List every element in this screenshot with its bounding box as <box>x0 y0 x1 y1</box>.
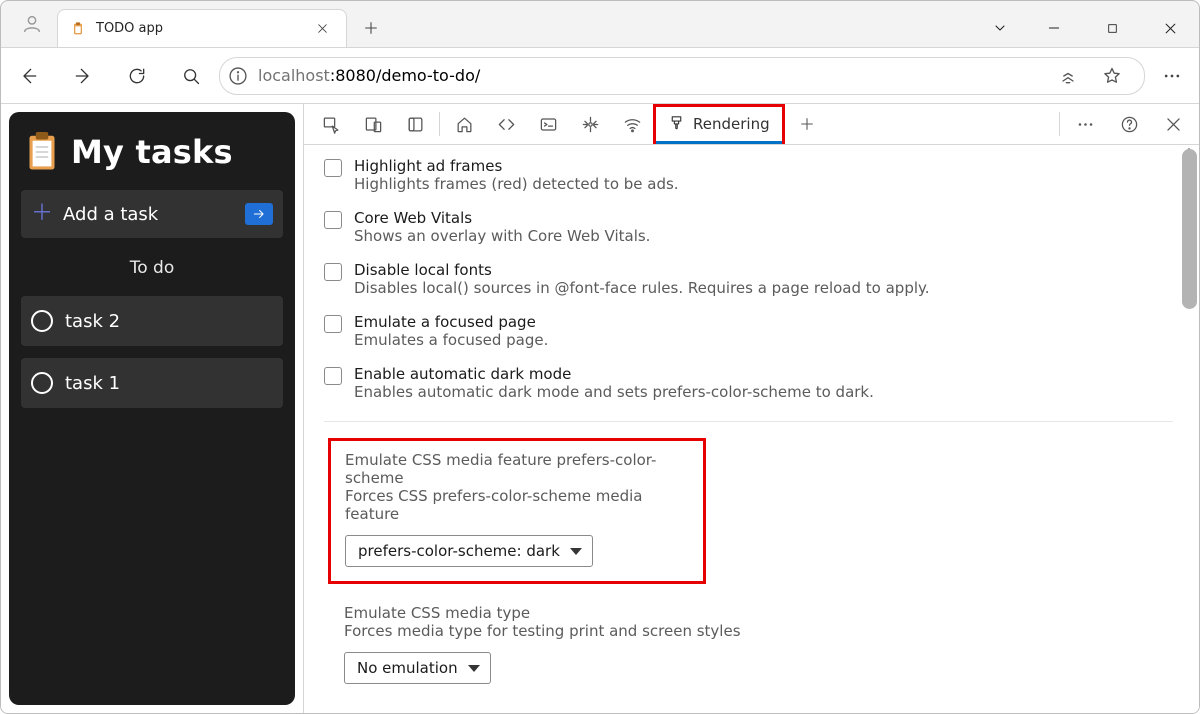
rendering-tab[interactable]: Rendering <box>653 104 785 144</box>
window-controls <box>975 9 1199 47</box>
option-desc: Emulates a focused page. <box>354 331 548 349</box>
url-text: localhost:8080/demo-to-do/ <box>258 66 480 85</box>
task-checkbox-icon[interactable] <box>31 372 53 394</box>
favicon-clipboard-icon <box>70 21 86 37</box>
paint-brush-icon <box>668 114 685 135</box>
clipboard-icon <box>27 132 57 172</box>
tab-title: TODO app <box>96 21 300 36</box>
tab-dropdown-button[interactable] <box>975 9 1025 47</box>
option-desc: Shows an overlay with Core Web Vitals. <box>354 227 650 245</box>
minimize-icon[interactable] <box>1025 9 1083 47</box>
address-bar[interactable]: localhost:8080/demo-to-do/ <box>219 57 1145 95</box>
site-info-icon[interactable] <box>228 66 248 86</box>
devtools-more-icon[interactable] <box>1063 104 1107 144</box>
color-scheme-select[interactable]: prefers-color-scheme: dark <box>345 535 593 567</box>
divider <box>439 112 440 136</box>
profile-avatar-icon[interactable] <box>21 13 43 35</box>
devtools-toolbar: Rendering <box>304 104 1199 145</box>
address-row: localhost:8080/demo-to-do/ <box>1 47 1199 104</box>
checkbox[interactable] <box>324 315 342 333</box>
block-title: Emulate CSS media type <box>344 604 1173 622</box>
option-title: Enable automatic dark mode <box>354 365 874 383</box>
checkbox[interactable] <box>324 263 342 281</box>
checkbox[interactable] <box>324 367 342 385</box>
option-desc: Highlights frames (red) detected to be a… <box>354 175 679 193</box>
emulate-media-type-block: Emulate CSS media type Forces media type… <box>344 604 1173 684</box>
app-header: My tasks <box>21 132 283 172</box>
task-label: task 2 <box>65 311 120 332</box>
url-host: localhost <box>258 66 330 85</box>
favorite-star-icon[interactable] <box>1096 60 1128 92</box>
emulate-color-scheme-block: Emulate CSS media feature prefers-color-… <box>328 438 706 584</box>
new-tab-button[interactable] <box>351 9 391 47</box>
option-desc: Enables automatic dark mode and sets pre… <box>354 383 874 401</box>
block-desc: Forces CSS prefers-color-scheme media fe… <box>345 487 689 535</box>
more-tools-button[interactable] <box>785 104 829 144</box>
rendering-tab-label: Rendering <box>693 115 770 133</box>
maximize-icon[interactable] <box>1083 9 1141 47</box>
task-list: task 2 task 1 <box>21 296 283 408</box>
app-title: My tasks <box>71 133 233 171</box>
read-aloud-icon[interactable] <box>1052 60 1084 92</box>
tab-close-icon[interactable] <box>310 17 334 41</box>
option-desc: Disables local() sources in @font-face r… <box>354 279 930 297</box>
add-task-input[interactable]: ＋ Add a task <box>21 190 283 238</box>
option-auto-dark-mode: Enable automatic dark mode Enables autom… <box>324 359 1173 411</box>
devtools-close-icon[interactable] <box>1151 104 1195 144</box>
title-bar: TODO app <box>1 1 1199 47</box>
select-value: No emulation <box>357 659 458 677</box>
option-disable-local-fonts: Disable local fonts Disables local() sou… <box>324 255 1173 307</box>
network-tab-icon[interactable] <box>611 104 653 144</box>
sources-tab-icon[interactable] <box>569 104 611 144</box>
forward-button[interactable] <box>57 56 109 96</box>
rendering-panel-body[interactable]: Highlight ad frames Highlights frames (r… <box>304 145 1199 713</box>
search-icon[interactable] <box>165 56 217 96</box>
back-button[interactable] <box>3 56 55 96</box>
dock-side-icon[interactable] <box>394 104 436 144</box>
block-title: Emulate CSS media feature prefers-color-… <box>345 451 689 487</box>
submit-arrow-icon[interactable] <box>245 203 273 225</box>
console-tab-icon[interactable] <box>527 104 569 144</box>
welcome-tab-icon[interactable] <box>443 104 485 144</box>
divider <box>324 421 1173 422</box>
url-rest: :8080/demo-to-do/ <box>330 66 480 85</box>
task-checkbox-icon[interactable] <box>31 310 53 332</box>
select-value: prefers-color-scheme: dark <box>358 542 560 560</box>
content-area: My tasks ＋ Add a task To do task 2 <box>1 104 1199 713</box>
option-highlight-ad: Highlight ad frames Highlights frames (r… <box>324 151 1173 203</box>
todo-app: My tasks ＋ Add a task To do task 2 <box>9 112 295 705</box>
inspect-element-icon[interactable] <box>310 104 352 144</box>
option-title: Disable local fonts <box>354 261 930 279</box>
scrollbar-thumb[interactable] <box>1182 149 1197 309</box>
divider <box>1059 112 1060 136</box>
checkbox[interactable] <box>324 211 342 229</box>
option-emulate-focused-page: Emulate a focused page Emulates a focuse… <box>324 307 1173 359</box>
browser-window: TODO app <box>0 0 1200 714</box>
task-item[interactable]: task 1 <box>21 358 283 408</box>
block-desc: Forces media type for testing print and … <box>344 622 1173 652</box>
section-todo-label: To do <box>21 258 283 278</box>
option-title: Highlight ad frames <box>354 157 679 175</box>
add-task-placeholder: Add a task <box>63 204 235 225</box>
option-core-web-vitals: Core Web Vitals Shows an overlay with Co… <box>324 203 1173 255</box>
checkbox[interactable] <box>324 159 342 177</box>
browser-menu-button[interactable] <box>1147 56 1197 96</box>
option-title: Emulate a focused page <box>354 313 548 331</box>
task-label: task 1 <box>65 373 120 394</box>
elements-tab-icon[interactable] <box>485 104 527 144</box>
option-title: Core Web Vitals <box>354 209 650 227</box>
media-type-select[interactable]: No emulation <box>344 652 491 684</box>
task-item[interactable]: task 2 <box>21 296 283 346</box>
refresh-button[interactable] <box>111 56 163 96</box>
device-emulation-icon[interactable] <box>352 104 394 144</box>
close-window-icon[interactable] <box>1141 9 1199 47</box>
browser-tab[interactable]: TODO app <box>57 9 347 47</box>
devtools-panel: Rendering <box>303 104 1199 713</box>
plus-icon: ＋ <box>31 203 53 225</box>
help-icon[interactable] <box>1107 104 1151 144</box>
page-viewport: My tasks ＋ Add a task To do task 2 <box>1 104 303 713</box>
